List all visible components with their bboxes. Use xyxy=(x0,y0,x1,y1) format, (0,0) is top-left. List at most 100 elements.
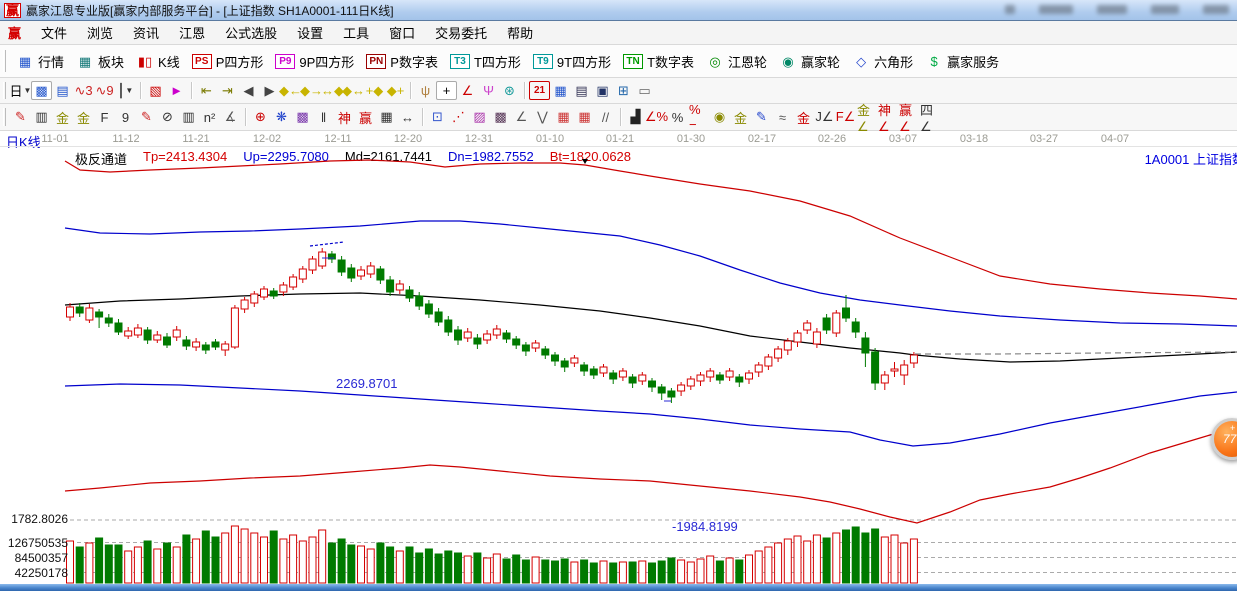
tool-page-next-icon[interactable]: ▶ xyxy=(259,81,280,100)
tool-j-angle-icon[interactable]: J∠ xyxy=(814,108,835,127)
tool-gold-grid-a-icon[interactable]: 金 xyxy=(52,108,73,127)
tool-gold-line-icon[interactable]: 金 xyxy=(730,108,751,127)
menu-item-0[interactable]: 文件 xyxy=(31,23,77,44)
tool-box-corner-icon[interactable]: ⊡ xyxy=(427,108,448,127)
tool-si-angle-icon[interactable]: 四∠ xyxy=(919,108,940,127)
chart-area[interactable]: 日K线 11-0111-1211-2112-0212-1112-2012-310… xyxy=(0,131,1237,584)
tool-gold-support-icon[interactable]: 金 xyxy=(793,108,814,127)
toolbar-button-gann-wheel[interactable]: ◎江恩轮 xyxy=(700,49,773,74)
tool-fan-boxed-icon[interactable]: ▨ xyxy=(469,108,490,127)
tool-shen-angle-icon[interactable]: 神∠ xyxy=(877,108,898,127)
menu-item-3[interactable]: 江恩 xyxy=(169,23,215,44)
tool-net-share-icon[interactable]: ⊞ xyxy=(613,81,634,100)
tool-v-waves-icon[interactable]: ⋁ xyxy=(532,108,553,127)
toolbar-button-winner-wheel[interactable]: ◉赢家轮 xyxy=(773,49,846,74)
tool-first-page-icon[interactable]: ⇤ xyxy=(196,81,217,100)
tool-ying-grid-icon[interactable]: 赢 xyxy=(355,108,376,127)
toolbar-handle[interactable] xyxy=(3,50,6,72)
toolbar-button-winner-service[interactable]: $赢家服务 xyxy=(919,49,1005,74)
tool-save-icon[interactable]: ▣ xyxy=(592,81,613,100)
tool-restore-rights-icon[interactable]: ▧ xyxy=(145,81,166,100)
tool-comb-grid-icon[interactable]: ▥ xyxy=(31,108,52,127)
tool-calendar-21-icon[interactable]: 21 xyxy=(529,81,550,100)
tool-f-angle-icon[interactable]: F∠ xyxy=(835,108,856,127)
tool-target-cross-icon[interactable]: ⊕ xyxy=(250,108,271,127)
tool-trend-seg-icon[interactable]: ∠ xyxy=(511,108,532,127)
toolbar-button-p-number-table[interactable]: PNP数字表 xyxy=(360,49,444,74)
tool-angle-measure-icon[interactable]: ∠ xyxy=(457,81,478,100)
tool-n-square-icon[interactable]: n² xyxy=(199,108,220,127)
toolbar-handle[interactable] xyxy=(3,108,6,126)
toolbar-button-hexagon[interactable]: ◇六角形 xyxy=(846,49,919,74)
tool-wave-channel-icon[interactable]: ≈ xyxy=(772,108,793,127)
menu-item-9[interactable]: 帮助 xyxy=(497,23,543,44)
tool-angle-mirror-icon[interactable]: ∡ xyxy=(220,108,241,127)
tool-page-prev-icon[interactable]: ◀ xyxy=(238,81,259,100)
tool-notes-icon[interactable]: ▤ xyxy=(571,81,592,100)
tool-minor-cycle-3-icon[interactable]: ∿3 xyxy=(73,81,94,100)
toolbar-button-sectors[interactable]: ▦板块 xyxy=(70,49,130,74)
toolbar-button-p-square[interactable]: PSP四方形 xyxy=(186,49,270,74)
tool-color-flag-icon[interactable]: ► xyxy=(166,81,187,100)
tool-zoom-all-icon[interactable]: +◆ xyxy=(364,81,385,100)
tool-ying-angle-icon[interactable]: 赢∠ xyxy=(898,108,919,127)
tool-shift-left-icon[interactable]: ◆← xyxy=(280,81,301,100)
tool-info-board-icon[interactable]: ▤ xyxy=(52,81,73,100)
tool-ruler-123-icon[interactable]: ▦ xyxy=(376,108,397,127)
tool-teal-tool-icon[interactable]: ⊛ xyxy=(499,81,520,100)
tool-zoom-out-x-icon[interactable]: ↔◆ xyxy=(322,81,343,100)
tool-pencil-grid-icon[interactable]: ✎ xyxy=(136,108,157,127)
tool-fan-dark-icon[interactable]: ▩ xyxy=(490,108,511,127)
tool-shen-grid-icon[interactable]: 神 xyxy=(334,108,355,127)
toolbar-handle[interactable] xyxy=(3,82,6,100)
tool-quote-marks-icon[interactable]: ‖ xyxy=(313,108,334,127)
candlestick-plot[interactable] xyxy=(0,131,1237,584)
toolbar-button-t-square[interactable]: T3T四方形 xyxy=(444,49,527,74)
tool-zoom-in-x-icon[interactable]: ◆↔ xyxy=(343,81,364,100)
toolbar-button-9t-square[interactable]: T99T四方形 xyxy=(527,49,617,74)
tool-zoom-fit-icon[interactable]: ◆+ xyxy=(385,81,406,100)
tool-circle-divider-icon[interactable]: ⊘ xyxy=(157,108,178,127)
menu-item-8[interactable]: 交易委托 xyxy=(425,23,497,44)
tool-candle-style-icon[interactable]: ⎮▼ xyxy=(115,81,136,100)
tool-period-day-icon[interactable]: 日▼ xyxy=(10,81,31,100)
tool-grid-red-b-icon[interactable]: ▦ xyxy=(574,108,595,127)
tool-brush-blue-icon[interactable]: ✎ xyxy=(751,108,772,127)
tool-dense-grid-icon[interactable]: ▥ xyxy=(178,108,199,127)
toolbar-button-quotes[interactable]: ▦行情 xyxy=(10,49,70,74)
tool-minor-cycle-9-icon[interactable]: ∿9 xyxy=(94,81,115,100)
tool-web-boxed-icon[interactable]: ▩ xyxy=(292,108,313,127)
tool-calculator-icon[interactable]: ▦ xyxy=(550,81,571,100)
tool-web-radial-icon[interactable]: ❋ xyxy=(271,108,292,127)
toolbar-button-t-number-table[interactable]: TNT数字表 xyxy=(617,49,700,74)
tool-last-page-icon[interactable]: ⇥ xyxy=(217,81,238,100)
toolbar-button-9p-square[interactable]: P99P四方形 xyxy=(269,49,360,74)
menu-item-1[interactable]: 浏览 xyxy=(77,23,123,44)
menu-item-4[interactable]: 公式选股 xyxy=(215,23,287,44)
tool-pct-line-icon[interactable]: %− xyxy=(688,108,709,127)
tool-magenta-tool-icon[interactable]: Ψ xyxy=(478,81,499,100)
menu-item-6[interactable]: 工具 xyxy=(333,23,379,44)
tool-pct-angle-icon[interactable]: ∠% xyxy=(646,108,667,127)
menu-item-7[interactable]: 窗口 xyxy=(379,23,425,44)
tool-fan-lines-icon[interactable]: ⋰ xyxy=(448,108,469,127)
tool-main-indicator-icon[interactable]: ▩ xyxy=(31,81,52,100)
tool-pencil-tool-icon[interactable]: ✎ xyxy=(10,108,31,127)
tool-slant-lines-icon[interactable]: // xyxy=(595,108,616,127)
tool-gold-grid-b-icon[interactable]: 金 xyxy=(73,108,94,127)
toolbar-button-kline[interactable]: ▮▯K线 xyxy=(130,49,186,74)
tool-span-arrows-icon[interactable]: ↔ xyxy=(397,108,418,127)
tool-pct-icon[interactable]: % xyxy=(667,108,688,127)
menu-item-5[interactable]: 设置 xyxy=(287,23,333,44)
tool-gold-angle-icon[interactable]: 金∠ xyxy=(856,108,877,127)
menu-item-2[interactable]: 资讯 xyxy=(123,23,169,44)
tool-grid-red-a-icon[interactable]: ▦ xyxy=(553,108,574,127)
tool-column-stat-icon[interactable]: ▟ xyxy=(625,108,646,127)
tool-gold-coin-icon[interactable]: ◉ xyxy=(709,108,730,127)
tool-spiral-grid-icon[interactable]: 9 xyxy=(115,108,136,127)
tool-hand-drag-icon[interactable]: ψ xyxy=(415,81,436,100)
tool-pc-print-icon[interactable]: ▭ xyxy=(634,81,655,100)
tool-shift-right-icon[interactable]: ◆→ xyxy=(301,81,322,100)
tool-crosshair-icon[interactable]: + xyxy=(436,81,457,100)
tool-f-grid-icon[interactable]: F xyxy=(94,108,115,127)
